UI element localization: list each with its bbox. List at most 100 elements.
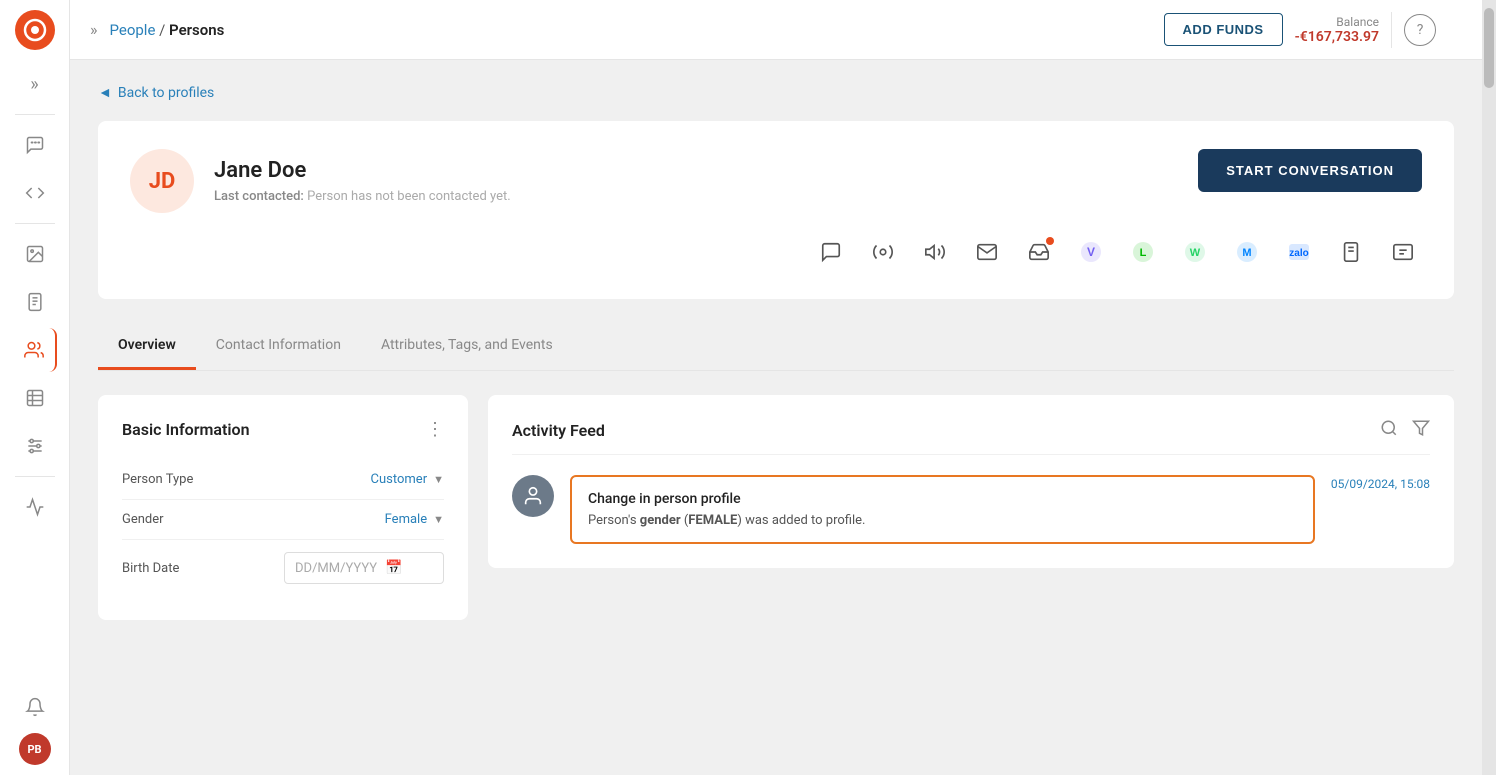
chatbot-channel-icon[interactable] bbox=[864, 233, 902, 271]
inbox-channel-icon[interactable] bbox=[1020, 233, 1058, 271]
gender-label: Gender bbox=[122, 512, 164, 527]
svg-text:M: M bbox=[1242, 247, 1251, 259]
birth-date-input[interactable]: DD/MM/YYYY 📅 bbox=[284, 552, 444, 584]
profile-name: Jane Doe bbox=[214, 158, 511, 183]
user-avatar[interactable]: PB bbox=[19, 733, 51, 765]
sidebar-item-notifications[interactable] bbox=[13, 685, 57, 729]
breadcrumb-separator: / bbox=[155, 21, 169, 39]
sidebar-divider-3 bbox=[15, 476, 55, 477]
start-conversation-button[interactable]: START CONVERSATION bbox=[1198, 149, 1422, 192]
add-funds-button[interactable]: ADD FUNDS bbox=[1164, 13, 1283, 46]
sidebar-item-table[interactable] bbox=[13, 376, 57, 420]
profile-left: JD Jane Doe Last contacted: Person has n… bbox=[130, 149, 511, 213]
birth-date-row: Birth Date DD/MM/YYYY 📅 bbox=[122, 540, 444, 596]
birth-date-label: Birth Date bbox=[122, 561, 179, 576]
profile-card: JD Jane Doe Last contacted: Person has n… bbox=[98, 121, 1454, 299]
gender-row: Gender Female ▼ bbox=[122, 500, 444, 540]
basic-info-card: Basic Information ⋮ Person Type Customer… bbox=[98, 395, 468, 620]
tab-contact-information[interactable]: Contact Information bbox=[196, 323, 361, 370]
activity-item: Change in person profile Person's gender… bbox=[512, 475, 1430, 544]
gender-text: Female bbox=[385, 512, 427, 527]
breadcrumb-people[interactable]: People bbox=[110, 21, 156, 39]
activity-event-text: Person's gender (FEMALE) was added to pr… bbox=[588, 513, 1297, 528]
sidebar: » PB bbox=[0, 0, 70, 775]
line-channel-icon[interactable]: L bbox=[1124, 233, 1162, 271]
tab-overview[interactable]: Overview bbox=[98, 323, 196, 370]
scrollbar[interactable] bbox=[1482, 0, 1496, 775]
activity-feed-card: Activity Feed bbox=[488, 395, 1454, 568]
email-channel-icon[interactable] bbox=[968, 233, 1006, 271]
sidebar-divider-1 bbox=[15, 114, 55, 115]
zalo-channel-icon[interactable]: zalo bbox=[1280, 233, 1318, 271]
activity-actions bbox=[1380, 419, 1430, 442]
activity-feed-header: Activity Feed bbox=[512, 419, 1430, 455]
sidebar-item-chat[interactable] bbox=[13, 123, 57, 167]
push-channel-icon[interactable] bbox=[1384, 233, 1422, 271]
back-arrow-icon: ◄ bbox=[98, 84, 112, 101]
activity-search-button[interactable] bbox=[1380, 419, 1398, 442]
last-contacted-label: Last contacted: bbox=[214, 189, 304, 204]
sidebar-item-gallery[interactable] bbox=[13, 232, 57, 276]
person-type-text: Customer bbox=[371, 472, 428, 487]
sidebar-item-analytics[interactable] bbox=[13, 485, 57, 529]
activity-bubble: Change in person profile Person's gender… bbox=[570, 475, 1315, 544]
last-contacted-value: Person has not been contacted yet. bbox=[307, 189, 511, 204]
profile-avatar: JD bbox=[130, 149, 194, 213]
sidebar-expand-icon[interactable]: » bbox=[13, 62, 57, 106]
calendar-icon: 📅 bbox=[385, 560, 402, 576]
activity-bubble-container: Change in person profile Person's gender… bbox=[570, 475, 1315, 544]
profile-info: Jane Doe Last contacted: Person has not … bbox=[214, 158, 511, 204]
activity-timestamp: 05/09/2024, 15:08 bbox=[1331, 477, 1430, 491]
sidebar-item-people[interactable] bbox=[13, 328, 57, 372]
svg-text:L: L bbox=[1140, 247, 1147, 259]
expand-icon[interactable]: » bbox=[90, 20, 98, 39]
balance-label: Balance bbox=[1295, 15, 1379, 29]
sms2-channel-icon[interactable] bbox=[1332, 233, 1370, 271]
svg-text:W: W bbox=[1190, 247, 1201, 259]
activity-text-bold2: FEMALE bbox=[688, 513, 737, 528]
main-content: » People / Persons ADD FUNDS Balance -€1… bbox=[70, 0, 1482, 775]
topbar: » People / Persons ADD FUNDS Balance -€1… bbox=[70, 0, 1482, 60]
sidebar-item-code[interactable] bbox=[13, 171, 57, 215]
voice-channel-icon[interactable] bbox=[916, 233, 954, 271]
help-button[interactable]: ? bbox=[1404, 14, 1436, 46]
tab-attributes-tags-events[interactable]: Attributes, Tags, and Events bbox=[361, 323, 573, 370]
svg-text:zalo: zalo bbox=[1289, 248, 1308, 259]
messenger-channel-icon[interactable]: M bbox=[1228, 233, 1266, 271]
profile-top: JD Jane Doe Last contacted: Person has n… bbox=[130, 149, 1422, 213]
person-type-label: Person Type bbox=[122, 472, 193, 487]
app-logo[interactable] bbox=[15, 10, 55, 50]
back-link-label: Back to profiles bbox=[118, 85, 214, 101]
basic-info-column: Basic Information ⋮ Person Type Customer… bbox=[98, 395, 468, 620]
activity-text-before: Person's bbox=[588, 513, 640, 528]
activity-text-after: ) was added to profile. bbox=[737, 513, 865, 528]
activity-avatar bbox=[512, 475, 554, 517]
breadcrumb-persons: Persons bbox=[169, 21, 224, 39]
activity-feed-title: Activity Feed bbox=[512, 421, 605, 440]
tabs-bar: Overview Contact Information Attributes,… bbox=[98, 323, 1454, 371]
balance-display: Balance -€167,733.97 bbox=[1295, 15, 1379, 45]
last-contacted: Last contacted: Person has not been cont… bbox=[214, 189, 511, 204]
basic-info-title: Basic Information bbox=[122, 420, 250, 439]
person-type-row: Person Type Customer ▼ bbox=[122, 460, 444, 500]
whatsapp-channel-icon[interactable]: W bbox=[1176, 233, 1214, 271]
activity-filter-button[interactable] bbox=[1412, 419, 1430, 442]
topbar-divider bbox=[1391, 12, 1392, 48]
basic-info-menu-icon[interactable]: ⋮ bbox=[426, 419, 444, 440]
viber-channel-icon[interactable]: V bbox=[1072, 233, 1110, 271]
gender-value[interactable]: Female ▼ bbox=[385, 512, 444, 527]
birth-date-placeholder: DD/MM/YYYY bbox=[295, 561, 377, 576]
gender-chevron: ▼ bbox=[433, 513, 444, 526]
sms-channel-icon[interactable] bbox=[812, 233, 850, 271]
two-col-layout: Basic Information ⋮ Person Type Customer… bbox=[98, 395, 1454, 620]
svg-text:V: V bbox=[1087, 245, 1095, 259]
sidebar-item-forms[interactable] bbox=[13, 280, 57, 324]
activity-text-bold1: gender bbox=[640, 513, 681, 528]
person-type-value[interactable]: Customer ▼ bbox=[371, 472, 444, 487]
sidebar-divider-2 bbox=[15, 223, 55, 224]
sidebar-item-settings[interactable] bbox=[13, 424, 57, 468]
activity-feed-column: Activity Feed bbox=[488, 395, 1454, 620]
back-to-profiles-link[interactable]: ◄ Back to profiles bbox=[98, 84, 1454, 101]
channel-icons-row: V L W M zalo bbox=[130, 233, 1422, 271]
page-area: ◄ Back to profiles JD Jane Doe Last cont… bbox=[70, 60, 1482, 775]
